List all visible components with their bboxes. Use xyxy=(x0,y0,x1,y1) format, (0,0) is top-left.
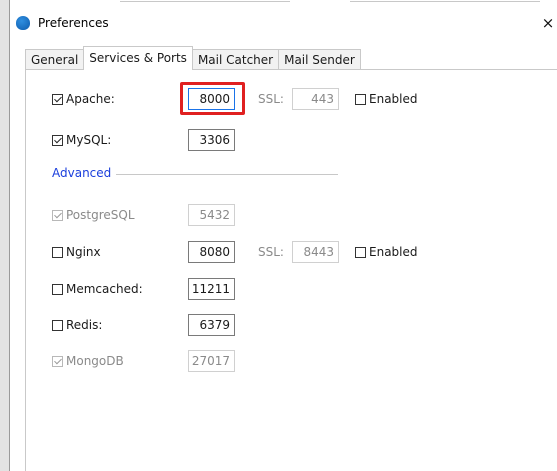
tab-mail-catcher[interactable]: Mail Catcher xyxy=(191,49,280,70)
apache-label[interactable]: Apache: xyxy=(66,92,115,106)
mysql-row: MySQL: xyxy=(52,133,111,147)
apache-ssl-enabled-checkbox[interactable] xyxy=(355,93,366,105)
nginx-port-input[interactable]: 8080 xyxy=(188,241,235,263)
app-logo-icon xyxy=(16,16,30,30)
nginx-checkbox[interactable] xyxy=(52,246,63,258)
background-window-lines xyxy=(120,0,540,4)
mongodb-port-input: 27017 xyxy=(188,350,235,372)
nginx-row: Nginx xyxy=(52,245,101,259)
redis-row: Redis: xyxy=(52,318,102,332)
memcached-checkbox[interactable] xyxy=(52,283,63,295)
postgresql-checkbox xyxy=(52,209,63,221)
redis-label[interactable]: Redis: xyxy=(66,318,102,332)
close-icon[interactable]: × xyxy=(540,14,556,32)
tab-panel xyxy=(25,69,557,471)
advanced-section-label: Advanced xyxy=(52,166,112,180)
postgresql-label: PostgreSQL xyxy=(66,208,135,222)
mysql-port-input[interactable]: 3306 xyxy=(188,129,235,151)
nginx-ssl-port-input[interactable]: 8443 xyxy=(292,241,339,263)
apache-ssl-port-input[interactable]: 443 xyxy=(292,88,339,110)
mongodb-label: MongoDB xyxy=(66,354,124,368)
tab-services-ports[interactable]: Services & Ports xyxy=(83,46,193,70)
apache-checkbox[interactable] xyxy=(52,93,63,105)
postgresql-port-input: 5432 xyxy=(188,204,235,226)
tab-strip: General Services & Ports Mail Catcher Ma… xyxy=(25,46,361,70)
mongodb-checkbox xyxy=(52,355,63,367)
title-bar: Preferences × xyxy=(10,8,557,38)
apache-row: Apache: xyxy=(52,92,115,106)
nginx-ssl-enabled[interactable]: Enabled xyxy=(355,245,418,259)
nginx-label[interactable]: Nginx xyxy=(66,245,101,259)
apache-ssl-label: SSL: xyxy=(258,92,284,106)
apache-ssl-enabled-label[interactable]: Enabled xyxy=(369,92,418,106)
nginx-ssl-enabled-label[interactable]: Enabled xyxy=(369,245,418,259)
highlight-box xyxy=(180,82,245,115)
advanced-divider xyxy=(116,174,338,175)
memcached-row: Memcached: xyxy=(52,282,143,296)
window-title: Preferences xyxy=(38,16,109,30)
memcached-label[interactable]: Memcached: xyxy=(66,282,143,296)
memcached-port-input[interactable]: 11211 xyxy=(188,278,235,300)
redis-checkbox[interactable] xyxy=(52,319,63,331)
nginx-ssl-label: SSL: xyxy=(258,245,284,259)
mysql-label[interactable]: MySQL: xyxy=(66,133,111,147)
apache-ssl-enabled[interactable]: Enabled xyxy=(355,92,418,106)
background-window-edge xyxy=(0,0,10,471)
redis-port-input[interactable]: 6379 xyxy=(188,314,235,336)
mysql-checkbox[interactable] xyxy=(52,134,63,146)
tab-mail-sender[interactable]: Mail Sender xyxy=(278,49,361,70)
postgresql-row: PostgreSQL xyxy=(52,208,135,222)
mongodb-row: MongoDB xyxy=(52,354,124,368)
tab-general[interactable]: General xyxy=(25,49,85,70)
nginx-ssl-enabled-checkbox[interactable] xyxy=(355,246,366,258)
